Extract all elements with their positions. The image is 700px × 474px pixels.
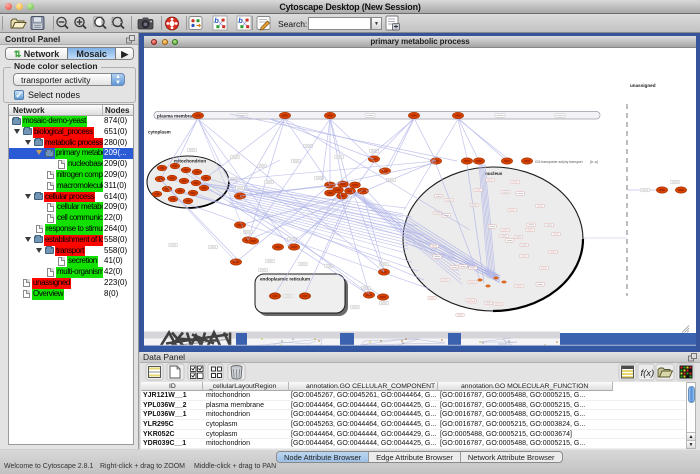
svg-text:endoplasmic reticulum: endoplasmic reticulum bbox=[260, 277, 310, 282]
svg-text:GO:transporter act|vty transpo: GO:transporter act|vty transport bbox=[535, 160, 583, 164]
svg-text:b: b bbox=[238, 16, 243, 25]
svg-text:nucleus: nucleus bbox=[485, 171, 503, 176]
svg-text:mitochondrion: mitochondrion bbox=[174, 159, 206, 164]
svg-text:cytoplasm: cytoplasm bbox=[148, 130, 171, 135]
svg-text:[tr..a]: [tr..a] bbox=[590, 160, 598, 164]
svg-text:plasma membrane: plasma membrane bbox=[157, 113, 198, 118]
svg-text:unassigned: unassigned bbox=[630, 83, 656, 88]
svg-text:b: b bbox=[214, 16, 219, 25]
svg-text:f(x): f(x) bbox=[641, 368, 655, 379]
